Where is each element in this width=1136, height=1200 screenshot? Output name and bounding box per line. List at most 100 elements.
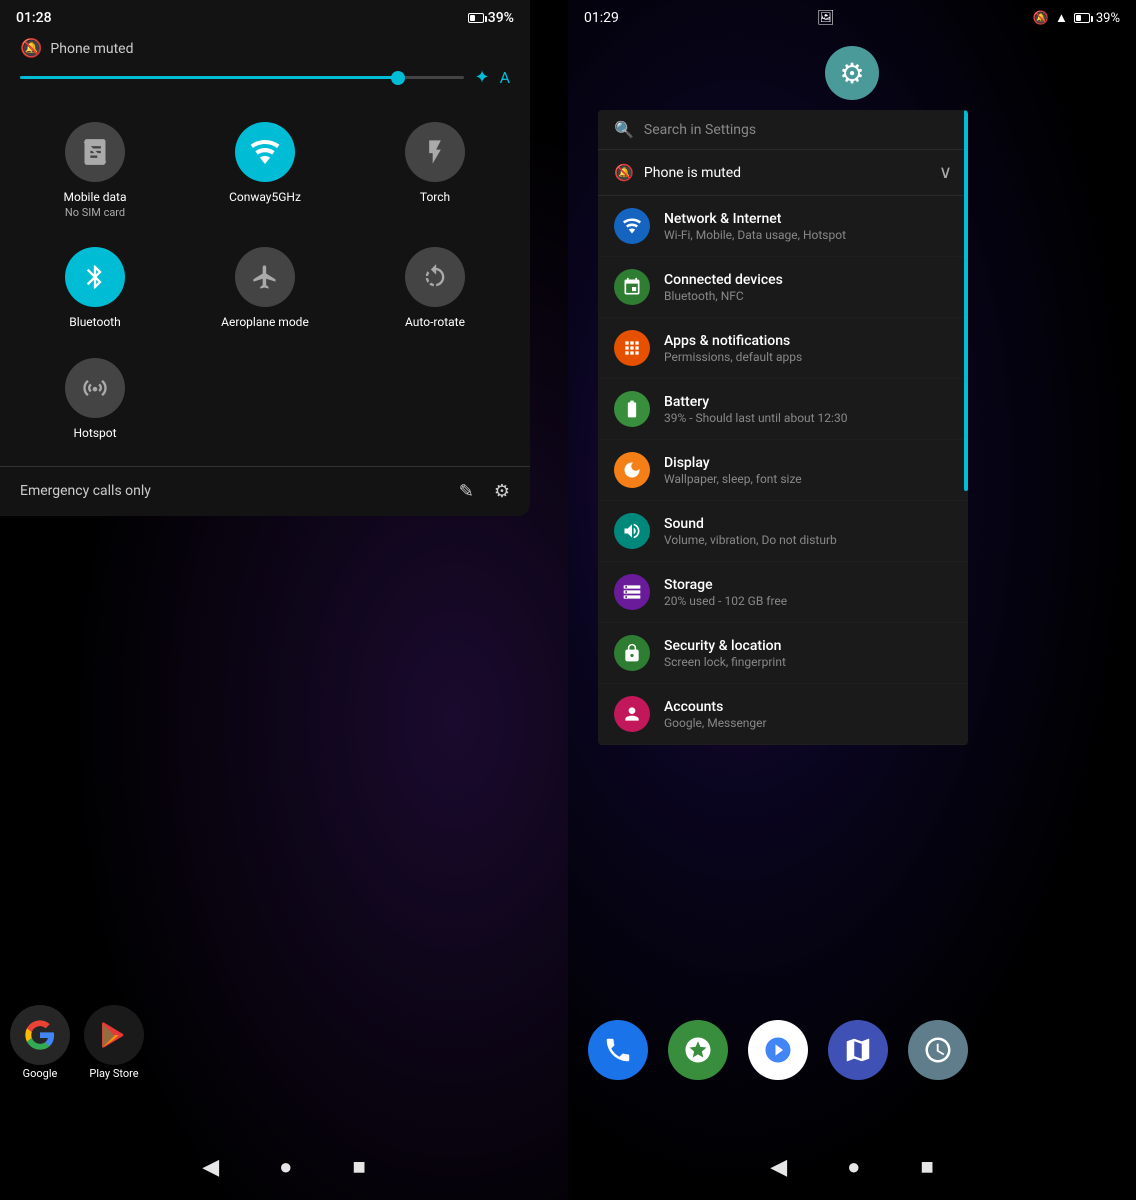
time-left: 01:28: [16, 10, 52, 26]
display-sub: Wallpaper, sleep, font size: [664, 472, 952, 486]
play-store-icon: [84, 1005, 144, 1065]
tile-bluetooth[interactable]: Bluetooth: [10, 233, 180, 345]
settings-item-display[interactable]: Display Wallpaper, sleep, font size: [598, 440, 968, 501]
network-sub: Wi-Fi, Mobile, Data usage, Hotspot: [664, 228, 952, 242]
recent-button-right[interactable]: ■: [920, 1154, 933, 1180]
settings-scrollbar[interactable]: [964, 110, 968, 745]
sound-icon: [614, 513, 650, 549]
app-item-play[interactable]: Play Store: [84, 1005, 144, 1080]
storage-sub: 20% used - 102 GB free: [664, 594, 952, 608]
connected-title: Connected devices: [664, 272, 952, 288]
battery-icon-left: [468, 13, 484, 23]
battery-percent-left: 39%: [488, 10, 514, 26]
status-icons-right: 🖼: [817, 10, 835, 26]
wifi-label: Conway5GHz: [229, 190, 301, 206]
battery-percent-right: 39%: [1096, 11, 1120, 26]
mobile-data-icon: [65, 122, 125, 182]
settings-muted-label: Phone is muted: [644, 165, 741, 181]
accounts-title: Accounts: [664, 699, 952, 715]
scrollbar-thumb: [964, 110, 968, 491]
app-icons-right: [588, 1020, 968, 1080]
brightness-slider[interactable]: [20, 76, 464, 79]
wifi-icon-right: ▲: [1055, 10, 1068, 26]
settings-item-security[interactable]: Security & location Screen lock, fingerp…: [598, 623, 968, 684]
sound-title: Sound: [664, 516, 952, 532]
apps-title: Apps & notifications: [664, 333, 952, 349]
google-label: Google: [23, 1067, 58, 1080]
app-clock-right[interactable]: [908, 1020, 968, 1080]
network-icon: [614, 208, 650, 244]
right-status-icons: 🔕 ▲ 39%: [1033, 10, 1120, 26]
app-item-google[interactable]: Google: [10, 1005, 70, 1080]
search-placeholder: Search in Settings: [644, 122, 756, 138]
settings-panel: 🔍 Search in Settings 🔕 Phone is muted ∨ …: [598, 110, 968, 745]
apps-text: Apps & notifications Permissions, defaul…: [664, 333, 952, 364]
accounts-text: Accounts Google, Messenger: [664, 699, 952, 730]
nav-bar-left: ◀ ● ■: [0, 1134, 568, 1200]
settings-icon[interactable]: ⚙: [494, 481, 510, 502]
battery-icon-right: [1074, 13, 1090, 23]
apps-icon: [614, 330, 650, 366]
app-icons-left: Google Play Store: [10, 1005, 144, 1080]
home-button-left[interactable]: ●: [279, 1154, 292, 1180]
settings-muted-left: 🔕 Phone is muted: [614, 163, 741, 182]
app-face-right[interactable]: [668, 1020, 728, 1080]
torch-icon: [405, 122, 465, 182]
app-duo-right[interactable]: [748, 1020, 808, 1080]
wifi-icon: [235, 122, 295, 182]
tile-hotspot[interactable]: Hotspot: [10, 344, 180, 456]
settings-item-apps[interactable]: Apps & notifications Permissions, defaul…: [598, 318, 968, 379]
nav-bar-right: ◀ ● ■: [568, 1134, 1136, 1200]
settings-item-battery[interactable]: Battery 39% - Should last until about 12…: [598, 379, 968, 440]
qs-bottom-icons: ✎ ⚙: [459, 481, 510, 502]
battery-sub: 39% - Should last until about 12:30: [664, 411, 952, 425]
storage-text: Storage 20% used - 102 GB free: [664, 577, 952, 608]
expand-icon: ∨: [939, 162, 952, 183]
settings-item-sound[interactable]: Sound Volume, vibration, Do not disturb: [598, 501, 968, 562]
sound-sub: Volume, vibration, Do not disturb: [664, 533, 952, 547]
tile-mobile-data[interactable]: Mobile data No SIM card: [10, 108, 180, 233]
back-button-left[interactable]: ◀: [202, 1155, 219, 1180]
battery-text: Battery 39% - Should last until about 12…: [664, 394, 952, 425]
tile-wifi[interactable]: Conway5GHz: [180, 108, 350, 233]
tile-autorotate[interactable]: Auto-rotate: [350, 233, 520, 345]
hotspot-label: Hotspot: [73, 426, 116, 442]
settings-muted-row[interactable]: 🔕 Phone is muted ∨: [598, 150, 968, 196]
settings-gear-wrapper: ⚙: [568, 46, 1136, 100]
qs-tiles-grid: Mobile data No SIM card Conway5GHz Torch: [0, 98, 530, 456]
display-text: Display Wallpaper, sleep, font size: [664, 455, 952, 486]
autorotate-icon: [405, 247, 465, 307]
settings-search[interactable]: 🔍 Search in Settings: [598, 110, 968, 150]
clock-icon-right: [908, 1020, 968, 1080]
network-title: Network & Internet: [664, 211, 952, 227]
app-phone-right[interactable]: [588, 1020, 648, 1080]
muted-row: 🔕 Phone muted: [0, 32, 530, 63]
left-panel: 01:28 39% 🔕 Phone muted ✦ A Mobile da: [0, 0, 568, 1200]
app-maps-right[interactable]: [828, 1020, 888, 1080]
settings-item-accounts[interactable]: Accounts Google, Messenger: [598, 684, 968, 745]
brightness-row[interactable]: ✦ A: [0, 63, 530, 98]
settings-item-storage[interactable]: Storage 20% used - 102 GB free: [598, 562, 968, 623]
back-button-right[interactable]: ◀: [770, 1155, 787, 1180]
airplane-label: Aeroplane mode: [221, 315, 309, 331]
search-icon: 🔍: [614, 120, 634, 139]
battery-title: Battery: [664, 394, 952, 410]
connected-sub: Bluetooth, NFC: [664, 289, 952, 303]
battery-icon-settings: [614, 391, 650, 427]
hotspot-icon: [65, 358, 125, 418]
connected-icon: [614, 269, 650, 305]
tile-torch[interactable]: Torch: [350, 108, 520, 233]
mobile-data-label: Mobile data: [64, 190, 127, 206]
tile-airplane[interactable]: Aeroplane mode: [180, 233, 350, 345]
settings-item-network[interactable]: Network & Internet Wi-Fi, Mobile, Data u…: [598, 196, 968, 257]
recent-button-left[interactable]: ■: [352, 1154, 365, 1180]
time-right: 01:29: [584, 10, 619, 26]
google-icon: [10, 1005, 70, 1065]
edit-icon[interactable]: ✎: [459, 481, 474, 502]
security-text: Security & location Screen lock, fingerp…: [664, 638, 952, 669]
home-button-right[interactable]: ●: [847, 1154, 860, 1180]
settings-item-connected[interactable]: Connected devices Bluetooth, NFC: [598, 257, 968, 318]
muted-label: Phone muted: [50, 41, 133, 57]
display-title: Display: [664, 455, 952, 471]
status-bar-left: 01:28 39%: [0, 0, 530, 32]
